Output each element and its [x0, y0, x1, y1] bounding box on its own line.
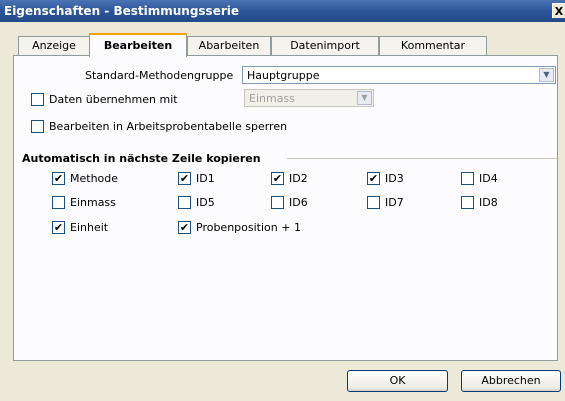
cancel-button[interactable]: Abbrechen	[461, 370, 561, 392]
copy-id8-label: ID8	[479, 196, 498, 209]
chevron-down-icon[interactable]: ▼	[357, 91, 372, 105]
lock-editing-label: Bearbeiten in Arbeitsprobentabelle sperr…	[49, 120, 288, 133]
method-group-select[interactable]: Hauptgruppe ▼	[242, 66, 556, 84]
method-group-label: Standard-Methodengruppe	[85, 69, 234, 82]
close-icon[interactable]: X	[552, 3, 565, 18]
copy-id4-label: ID4	[479, 172, 498, 185]
copy-id8-checkbox[interactable]	[461, 196, 474, 209]
window-title: Eigenschaften - Bestimmungsserie	[4, 4, 240, 18]
take-data-value: Einmass	[249, 92, 295, 105]
tab-bearbeiten[interactable]: Bearbeiten	[89, 33, 187, 57]
lock-editing-checkbox[interactable]	[31, 120, 44, 133]
copy-einmass-checkbox[interactable]	[52, 196, 65, 209]
copy-einmass-label: Einmass	[70, 196, 116, 209]
copy-methode-label: Methode	[70, 172, 119, 185]
copy-id2-label: ID2	[289, 172, 308, 185]
tab-abarbeiten[interactable]: Abarbeiten	[187, 36, 271, 55]
tab-kommentar[interactable]: Kommentar	[379, 36, 487, 55]
copy-id3-label: ID3	[385, 172, 404, 185]
copy-section-title: Automatisch in nächste Zeile kopieren	[22, 152, 261, 165]
copy-probenposition-checkbox[interactable]	[178, 221, 191, 234]
copy-id6-checkbox[interactable]	[271, 196, 284, 209]
method-group-value: Hauptgruppe	[247, 69, 320, 82]
tab-datenimport[interactable]: Datenimport	[271, 36, 379, 55]
copy-probenposition-label: Probenposition + 1	[196, 221, 301, 234]
copy-id1-checkbox[interactable]	[178, 172, 191, 185]
copy-methode-checkbox[interactable]	[52, 172, 65, 185]
copy-einheit-label: Einheit	[70, 221, 109, 234]
copy-id7-label: ID7	[385, 196, 404, 209]
tab-anzeige[interactable]: Anzeige	[18, 36, 90, 55]
take-data-select[interactable]: Einmass ▼	[244, 89, 374, 107]
copy-id6-label: ID6	[289, 196, 308, 209]
title-bar: Eigenschaften - Bestimmungsserie X	[0, 0, 565, 22]
section-divider	[287, 158, 559, 159]
copy-einheit-checkbox[interactable]	[52, 221, 65, 234]
copy-id4-checkbox[interactable]	[461, 172, 474, 185]
chevron-down-icon[interactable]: ▼	[539, 68, 554, 82]
take-data-checkbox[interactable]	[31, 93, 44, 106]
copy-id7-checkbox[interactable]	[367, 196, 380, 209]
take-data-label: Daten übernehmen mit	[49, 93, 178, 106]
copy-id2-checkbox[interactable]	[271, 172, 284, 185]
copy-id5-checkbox[interactable]	[178, 196, 191, 209]
copy-id1-label: ID1	[196, 172, 215, 185]
copy-id5-label: ID5	[196, 196, 215, 209]
ok-button[interactable]: OK	[347, 370, 448, 392]
copy-id3-checkbox[interactable]	[367, 172, 380, 185]
